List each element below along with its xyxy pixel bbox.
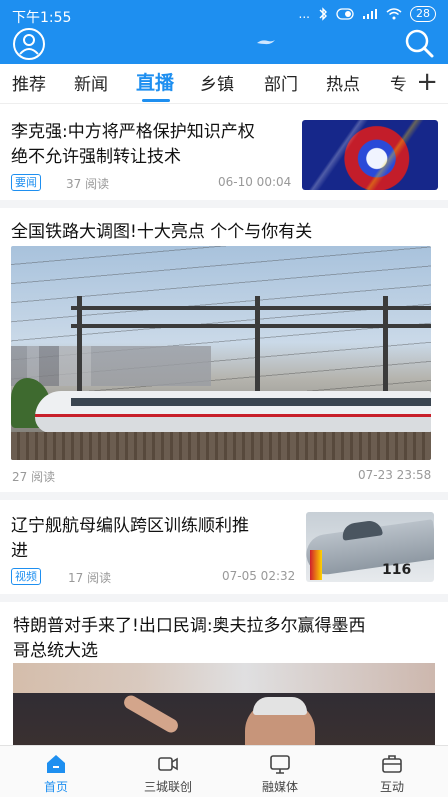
article-title: 辽宁舰航母编队跨区训练顺利推 进 <box>11 514 301 564</box>
article-time: 07-05 02:32 <box>222 569 296 583</box>
article-title: 特朗普对手来了!出口民调:奥夫拉多尔赢得墨西 哥总统大选 <box>13 614 438 664</box>
add-channel-button[interactable]: + <box>416 68 438 96</box>
jet-number-text: 116 <box>382 562 412 578</box>
avatar-icon <box>13 28 45 60</box>
signal-icon <box>363 9 377 19</box>
search-button[interactable] <box>402 27 436 61</box>
article-title-line: 进 <box>11 541 28 561</box>
article-thumbnail: 116 <box>306 512 434 582</box>
article-tag: 要闻 <box>11 174 41 191</box>
tab-hot[interactable]: 热点 <box>326 70 360 95</box>
nav-label: 首页 <box>43 780 68 794</box>
nav-label: 融媒体 <box>261 780 298 794</box>
article-image <box>13 663 435 745</box>
article-thumbnail <box>302 120 438 190</box>
nav-label: 三城联创 <box>143 780 192 794</box>
read-count: 17 阅读 <box>68 571 112 585</box>
search-icon <box>405 29 434 58</box>
nav-item-media[interactable]: 融媒体 <box>224 746 336 797</box>
article-item[interactable]: 李克强:中方将严格保护知识产权 绝不允许强制转让技术 要闻 37 阅读 06-1… <box>0 104 448 200</box>
article-tag: 视频 <box>11 568 41 585</box>
home-icon <box>47 755 65 773</box>
nav-label: 互动 <box>379 780 404 794</box>
article-title-line: 绝不允许强制转让技术 <box>11 147 181 167</box>
article-time: 06-10 00:04 <box>218 175 292 189</box>
nav-item-interact[interactable]: 互动 <box>336 746 448 797</box>
avatar-button[interactable] <box>12 27 46 61</box>
nav-item-home[interactable]: 首页 <box>0 746 112 797</box>
article-title-line: 特朗普对手来了!出口民调:奥夫拉多尔赢得墨西 <box>13 616 366 636</box>
tab-township[interactable]: 乡镇 <box>200 70 234 95</box>
dots-icon: ... <box>298 7 310 21</box>
divider <box>0 492 448 500</box>
article-title-line: 辽宁舰航母编队跨区训练顺利推 <box>11 516 249 536</box>
article-time: 07-23 23:58 <box>358 468 432 482</box>
nav-item-three-cities[interactable]: 三城联创 <box>112 746 224 797</box>
bottom-nav: 首页 三城联创 融媒体 互动 <box>0 745 448 797</box>
read-count: 27 阅读 <box>12 470 56 484</box>
article-image <box>11 246 431 460</box>
article-title-line: 李克强:中方将严格保护知识产权 <box>11 122 255 142</box>
tab-news[interactable]: 新闻 <box>74 70 108 95</box>
read-count: 37 阅读 <box>66 177 110 191</box>
battery-indicator: 28 <box>410 6 436 22</box>
channel-tabs: 推荐 新闻 直播 乡镇 部门 热点 专 + <box>0 64 448 104</box>
app-header: 下午1:55 ... 28 <box>0 0 448 64</box>
news-feed[interactable]: 李克强:中方将严格保护知识产权 绝不允许强制转让技术 要闻 37 阅读 06-1… <box>0 104 448 745</box>
wifi-icon <box>386 8 402 20</box>
status-icons: ... 28 <box>299 6 436 22</box>
tab-live[interactable]: 直播 <box>136 68 174 95</box>
video-icon <box>158 757 178 771</box>
bluetooth-icon <box>319 7 327 21</box>
status-bar: 下午1:55 ... 28 <box>0 0 448 28</box>
briefcase-icon <box>382 755 402 773</box>
divider <box>0 594 448 602</box>
monitor-icon <box>270 755 290 774</box>
active-tab-indicator <box>142 99 170 102</box>
status-time: 下午1:55 <box>12 10 72 26</box>
article-title: 李克强:中方将严格保护知识产权 绝不允许强制转让技术 <box>11 120 301 170</box>
toggle-icon <box>336 8 354 20</box>
divider <box>0 200 448 208</box>
article-title-line: 哥总统大选 <box>13 641 98 661</box>
article-title: 全国铁路大调图!十大亮点 个个与你有关 <box>11 222 313 242</box>
logo-icon <box>257 40 275 45</box>
tab-recommend[interactable]: 推荐 <box>12 70 46 95</box>
tab-department[interactable]: 部门 <box>264 70 298 95</box>
